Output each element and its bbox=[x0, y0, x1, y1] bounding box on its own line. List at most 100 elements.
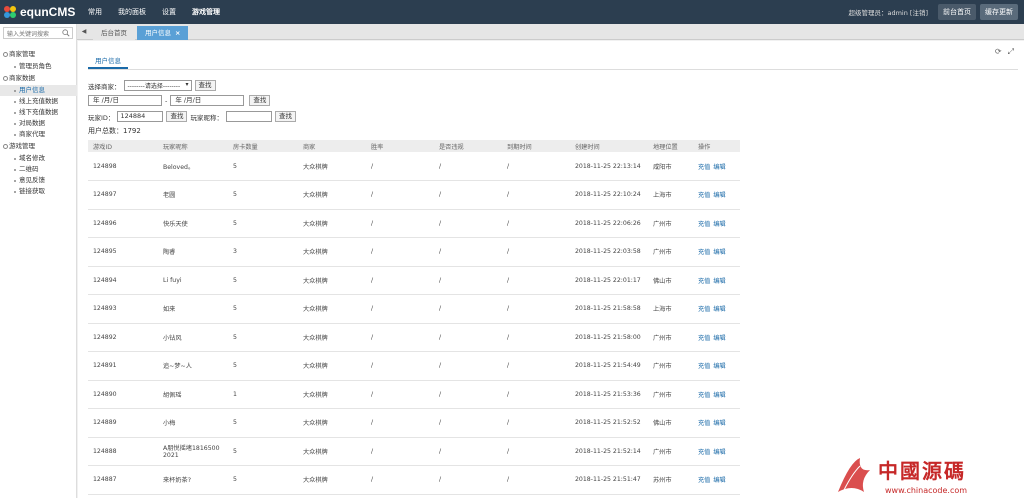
logo[interactable]: equnCMS bbox=[2, 2, 75, 22]
menu-item-link[interactable]: 链接获取 bbox=[0, 186, 77, 197]
user-info[interactable]: 超级管理员：admin [注销] bbox=[848, 7, 928, 17]
col-header: 游戏ID bbox=[88, 140, 158, 152]
table-cell-actions: 充值 编辑 bbox=[693, 152, 740, 181]
recharge-link[interactable]: 充值 bbox=[698, 449, 710, 456]
table-cell: 小钻风 bbox=[158, 323, 228, 352]
edit-link[interactable]: 编辑 bbox=[713, 335, 725, 342]
date-search-button[interactable]: 查找 bbox=[249, 95, 271, 106]
recharge-link[interactable]: 充值 bbox=[698, 306, 710, 313]
menu-item-feedback[interactable]: 意见反馈 bbox=[0, 175, 77, 186]
recharge-link[interactable]: 充值 bbox=[698, 477, 710, 484]
cache-update-button[interactable]: 缓存更新 bbox=[980, 4, 1018, 20]
tab-home[interactable]: 后台首页 bbox=[93, 26, 135, 40]
menu-group-merchant-data[interactable]: 商家数据 bbox=[0, 72, 77, 85]
table-cell: / bbox=[434, 266, 502, 295]
table-cell: 大众棋牌 bbox=[298, 294, 366, 324]
edit-link[interactable]: 编辑 bbox=[713, 249, 725, 256]
date-from-input[interactable]: 年 /月/日 bbox=[88, 95, 162, 106]
top-nav: 常用 我的面板 设置 游戏管理 bbox=[80, 0, 228, 24]
table-cell: / bbox=[366, 437, 434, 466]
table-cell: / bbox=[502, 465, 570, 495]
table-cell: 5 bbox=[228, 323, 298, 352]
table-cell: 124895 bbox=[88, 237, 158, 267]
col-header: 胜率 bbox=[366, 140, 434, 152]
table-cell: 124887 bbox=[88, 465, 158, 495]
menu-item-user-info[interactable]: 用户信息 bbox=[0, 85, 77, 96]
edit-link[interactable]: 编辑 bbox=[713, 420, 725, 427]
tab-bar bbox=[77, 24, 1024, 40]
edit-link[interactable]: 编辑 bbox=[713, 363, 725, 370]
table-cell: / bbox=[434, 152, 502, 181]
search-placeholder: 输入关键词搜索 bbox=[7, 30, 50, 38]
edit-link[interactable]: 编辑 bbox=[713, 306, 725, 313]
menu-item-match-data[interactable]: 对局数据 bbox=[0, 118, 77, 129]
table-row: 124898 Beloved。 5 大众棋牌 / //2018-11-25 22:13:1… bbox=[88, 152, 740, 181]
topnav-settings[interactable]: 设置 bbox=[154, 0, 184, 24]
frontend-home-button[interactable]: 前台首页 bbox=[938, 4, 976, 20]
table-cell: / bbox=[434, 351, 502, 381]
recharge-link[interactable]: 充值 bbox=[698, 392, 710, 399]
topnav-panel[interactable]: 我的面板 bbox=[110, 0, 154, 24]
edit-link[interactable]: 编辑 bbox=[713, 221, 725, 228]
recharge-link[interactable]: 充值 bbox=[698, 249, 710, 256]
table-cell: / bbox=[502, 294, 570, 324]
topnav-common[interactable]: 常用 bbox=[80, 0, 110, 24]
search-button[interactable]: 查找 bbox=[194, 80, 216, 91]
player-id-label: 玩家ID： bbox=[88, 113, 115, 122]
edit-link[interactable]: 编辑 bbox=[713, 477, 725, 484]
table-row: 124891 追~梦~人 5 大众棋牌 / //2018-11-25 21:54:49 广州… bbox=[88, 351, 740, 381]
nickname-search-button[interactable]: 查找 bbox=[274, 111, 296, 122]
edit-link[interactable]: 编辑 bbox=[713, 164, 725, 171]
menu-item-domain[interactable]: 域名修改 bbox=[0, 153, 77, 164]
table-cell-actions: 充值 编辑 bbox=[693, 209, 740, 238]
recharge-link[interactable]: 充值 bbox=[698, 192, 710, 199]
nickname-input[interactable] bbox=[225, 111, 272, 122]
table-cell: / bbox=[434, 408, 502, 438]
sidebar-search-input[interactable]: 输入关键词搜索 bbox=[3, 27, 73, 39]
merchant-select[interactable]: --------请选择-------- bbox=[123, 80, 192, 91]
recharge-link[interactable]: 充值 bbox=[698, 363, 710, 370]
menu-group-merchant[interactable]: 商家管理 bbox=[0, 48, 77, 61]
menu-item-online-recharge[interactable]: 线上充值数据 bbox=[0, 96, 77, 107]
menu-group-game[interactable]: 游戏管理 bbox=[0, 140, 77, 153]
tab-prev-icon[interactable]: ◀ bbox=[79, 26, 89, 37]
edit-link[interactable]: 编辑 bbox=[713, 392, 725, 399]
recharge-link[interactable]: 充值 bbox=[698, 335, 710, 342]
menu-item-qrcode[interactable]: 二维码 bbox=[0, 164, 77, 175]
table-cell: 大众棋牌 bbox=[298, 152, 366, 181]
tab-user-info[interactable]: 用户信息 × bbox=[137, 26, 189, 40]
table-cell: / bbox=[502, 209, 570, 238]
main-content: ⟳ ⤢ 用户信息 选择商家： --------请选择-------- 查找 年 … bbox=[78, 41, 1024, 498]
table-row: 124893 如来 5 大众棋牌 / //2018-11-25 21:58:58 上海市 充值… bbox=[88, 294, 740, 324]
menu-item-merchant-agent[interactable]: 商家代理 bbox=[0, 129, 77, 140]
topnav-game-manage[interactable]: 游戏管理 bbox=[184, 0, 228, 24]
filter-player-row: 玩家ID： 124884 查找 玩家昵称： 查找 bbox=[88, 111, 296, 122]
date-to-input[interactable]: 年 /月/日 bbox=[170, 95, 245, 106]
table-row: 124892 小钻风 5 大众棋牌 / //2018-11-25 21:58:00 广州市充… bbox=[88, 323, 740, 352]
table-cell-actions: 充值 编辑 bbox=[693, 351, 740, 381]
table-cell: 大众棋牌 bbox=[298, 408, 366, 438]
edit-link[interactable]: 编辑 bbox=[713, 278, 725, 285]
recharge-link[interactable]: 充值 bbox=[698, 221, 710, 228]
recharge-link[interactable]: 充值 bbox=[698, 420, 710, 427]
recharge-link[interactable]: 充值 bbox=[698, 164, 710, 171]
refresh-icon[interactable]: ⟳ bbox=[995, 47, 1002, 57]
table-cell: 苏州市 bbox=[648, 465, 693, 495]
edit-link[interactable]: 编辑 bbox=[713, 449, 725, 456]
menu-item-offline-recharge[interactable]: 线下充值数据 bbox=[0, 107, 77, 118]
menu-item-admin-role[interactable]: 管理员角色 bbox=[0, 61, 77, 72]
table-cell: 2018-11-25 21:58:58 bbox=[570, 294, 648, 324]
fullscreen-icon[interactable]: ⤢ bbox=[1008, 47, 1014, 57]
table-cell: 5 bbox=[228, 465, 298, 495]
close-icon[interactable]: × bbox=[175, 29, 180, 37]
edit-link[interactable]: 编辑 bbox=[713, 192, 725, 199]
table-cell: 老圆 bbox=[158, 180, 228, 210]
recharge-link[interactable]: 充值 bbox=[698, 278, 710, 285]
player-id-search-button[interactable]: 查找 bbox=[166, 111, 188, 122]
table-cell: 124898 bbox=[88, 152, 158, 181]
subtab-user-info[interactable]: 用户信息 bbox=[88, 55, 128, 69]
search-icon[interactable] bbox=[62, 29, 70, 37]
player-id-input[interactable]: 124884 bbox=[117, 111, 164, 122]
top-bar: equnCMS 常用 我的面板 设置 游戏管理 超级管理员：admin [注销]… bbox=[0, 0, 1024, 24]
table-cell: 2018-11-25 21:52:14 bbox=[570, 437, 648, 466]
